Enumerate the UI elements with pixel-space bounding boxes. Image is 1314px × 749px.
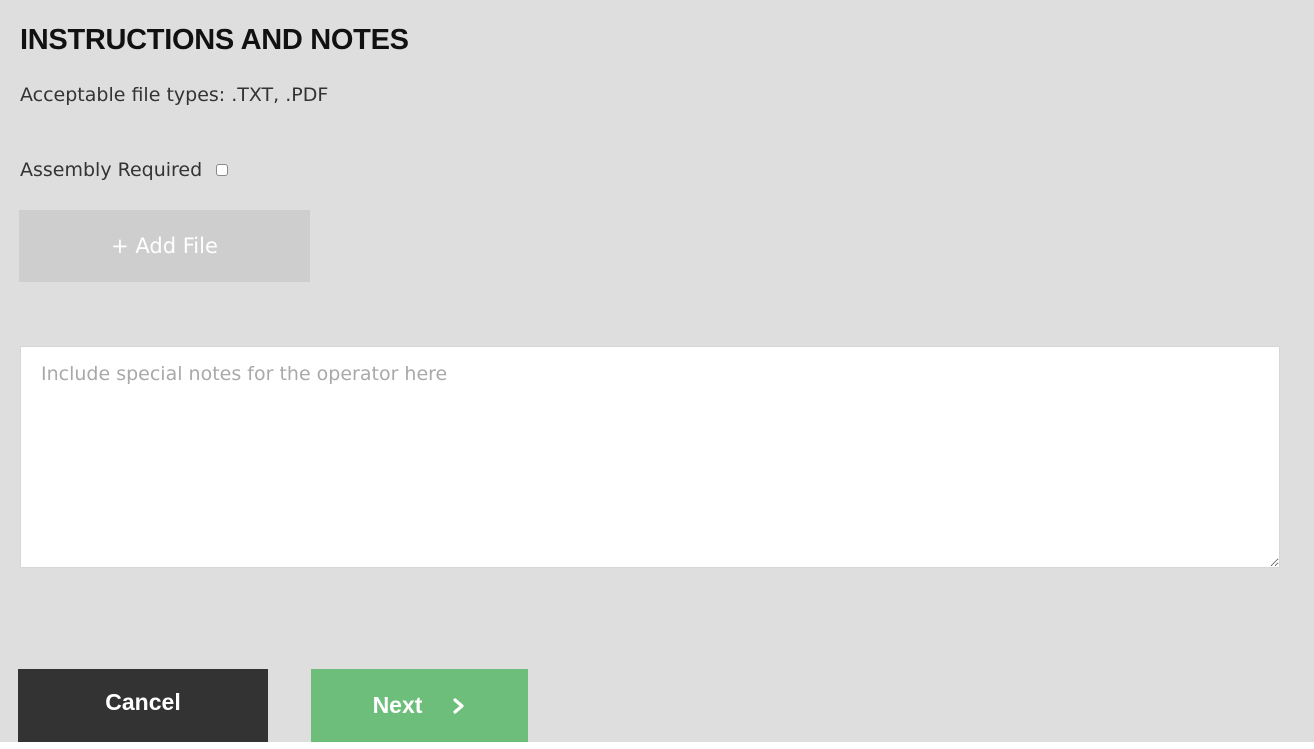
operator-notes-textarea[interactable] (20, 346, 1280, 568)
assembly-required-row[interactable]: Assembly Required (20, 157, 229, 183)
next-button-label: Next (372, 692, 423, 718)
next-button[interactable]: Next (311, 669, 528, 742)
section-title: INSTRUCTIONS AND NOTES (20, 24, 409, 56)
cancel-button-label: Cancel (105, 689, 181, 715)
chevron-right-icon (452, 697, 466, 715)
assembly-required-label: Assembly Required (20, 159, 203, 181)
acceptable-file-types: Acceptable file types: .TXT, .PDF (20, 84, 329, 106)
assembly-required-checkbox[interactable] (216, 164, 229, 176)
cancel-button[interactable]: Cancel (18, 669, 268, 742)
instructions-notes-panel: INSTRUCTIONS AND NOTES Acceptable file t… (0, 0, 1314, 742)
add-file-button[interactable]: + Add File (19, 210, 310, 282)
